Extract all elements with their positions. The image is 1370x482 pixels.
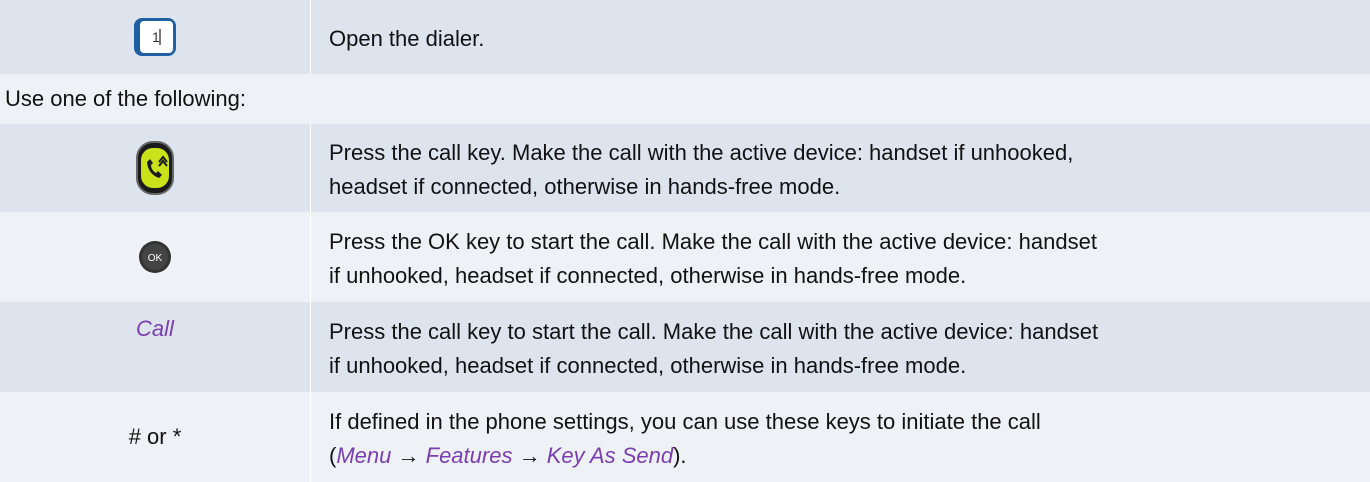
- table-row: OK Press the OK key to start the call. M…: [0, 212, 1370, 302]
- table-row: # or * If defined in the phone settings,…: [0, 392, 1370, 482]
- instruction-text: Press the OK key to start the call. Make…: [329, 229, 1097, 288]
- instruction-table: 1 Open the dialer. Use one of the follow…: [0, 0, 1370, 482]
- features-link: Features: [425, 443, 513, 468]
- section-header: Use one of the following:: [0, 74, 1370, 124]
- arrow-icon: →: [518, 443, 541, 468]
- menu-link: Menu: [336, 443, 392, 468]
- hash-star-label: # or *: [128, 424, 182, 449]
- icon-cell: [0, 124, 311, 212]
- table-row: Call Press the call key to start the cal…: [0, 302, 1370, 392]
- icon-cell: # or *: [0, 392, 311, 482]
- ok-key-label: OK: [148, 253, 163, 264]
- table-row: 1 Open the dialer.: [0, 0, 1370, 74]
- call-softkey-label: Call: [136, 316, 174, 341]
- table-row: Press the call key. Make the call with t…: [0, 124, 1370, 212]
- dialer-label: 1: [152, 29, 160, 45]
- arrow-icon: →: [397, 443, 420, 468]
- icon-cell: OK: [0, 212, 311, 302]
- instruction-text: Open the dialer.: [329, 26, 485, 51]
- icon-cell: Call: [0, 302, 311, 392]
- call-key-icon: [135, 140, 175, 196]
- instruction-text: If defined in the phone settings, you ca…: [311, 392, 1370, 482]
- ok-key-icon: OK: [138, 240, 172, 274]
- icon-cell: 1: [0, 0, 311, 74]
- instruction-text: Press the call key to start the call. Ma…: [329, 319, 1099, 378]
- menu-path: (Menu → Features → Key As Send).: [329, 443, 687, 468]
- key-as-send-link: Key As Send: [546, 443, 674, 468]
- dialer-icon: 1: [133, 17, 177, 57]
- instruction-text: Press the call key. Make the call with t…: [329, 140, 1074, 199]
